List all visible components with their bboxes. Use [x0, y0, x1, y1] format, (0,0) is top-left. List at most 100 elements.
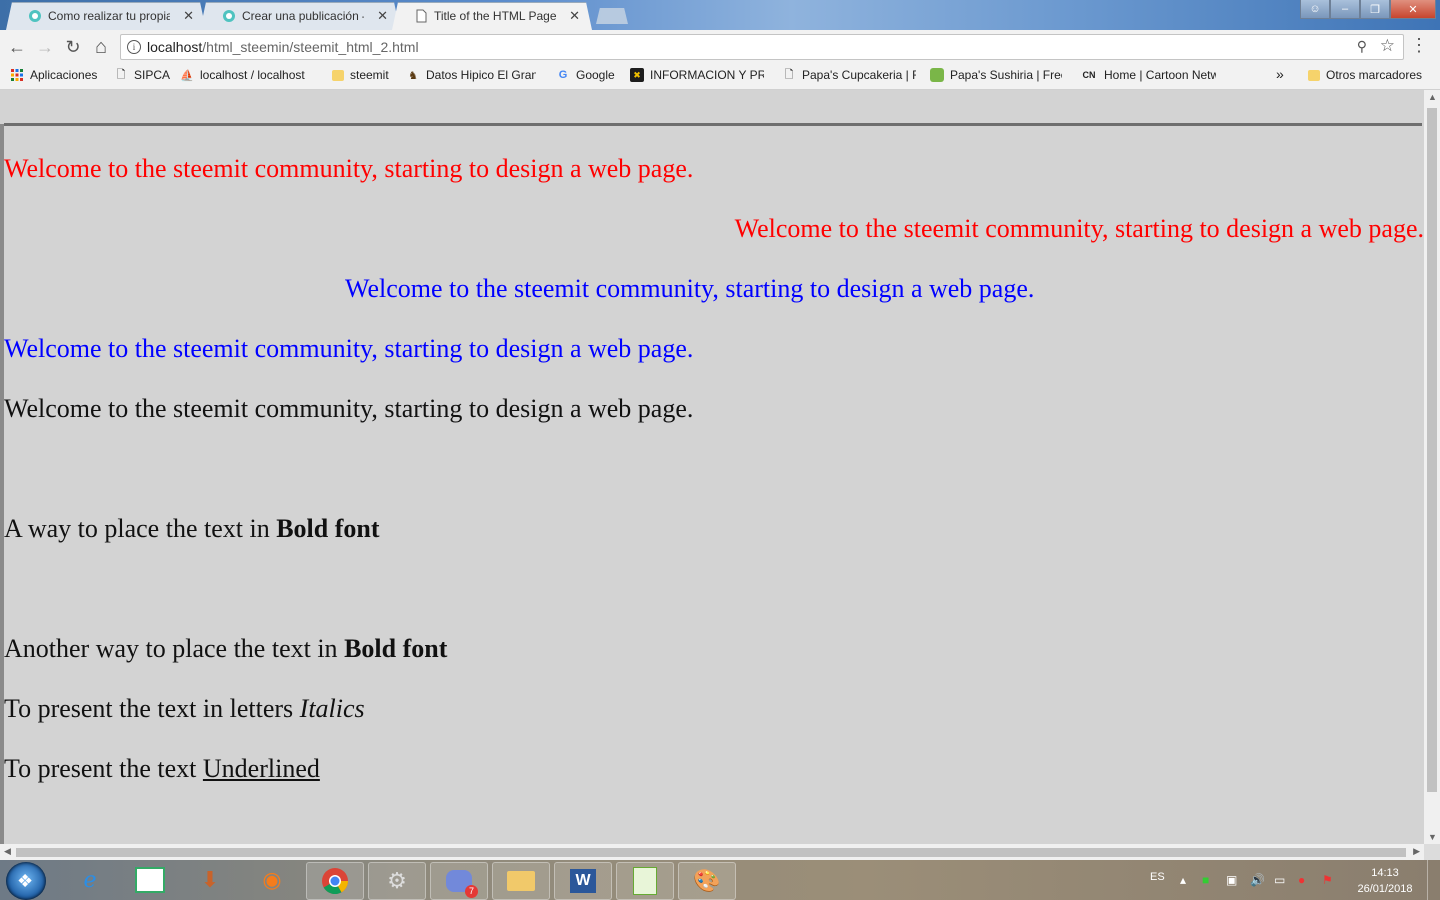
- word-icon[interactable]: W: [554, 862, 612, 900]
- user-icon[interactable]: ☺: [1300, 0, 1330, 19]
- show-hidden-icons-icon[interactable]: ▴: [1180, 873, 1186, 887]
- steemit-favicon-icon: [29, 10, 41, 22]
- info-icon[interactable]: i: [127, 40, 141, 54]
- bookmark-label: INFORMACION Y PR: [650, 68, 764, 82]
- apps-grid-icon: [11, 69, 23, 81]
- system-clock[interactable]: 14:13 26/01/2018: [1350, 865, 1420, 897]
- bookmark-sipca[interactable]: 🗋 SIPCA: [114, 68, 170, 82]
- bookmark-google[interactable]: G Google: [556, 68, 615, 82]
- chrome-menu-icon[interactable]: ⋮: [1410, 36, 1428, 54]
- chrome-logo-icon: [322, 868, 349, 895]
- bookmark-cartoon-network[interactable]: CN Home | Cartoon Netw: [1080, 68, 1217, 82]
- paint-icon[interactable]: 🎨: [678, 862, 736, 900]
- other-bookmarks[interactable]: Otros marcadores: [1308, 68, 1422, 82]
- bookmark-localhost[interactable]: ⛵ localhost / localhost: [180, 68, 312, 82]
- internet-explorer-icon[interactable]: ℯ: [62, 862, 118, 898]
- apps-bookmark[interactable]: Aplicaciones: [10, 68, 97, 82]
- settings-icon[interactable]: ⚙: [368, 862, 426, 900]
- close-tab-icon[interactable]: ✕: [377, 8, 388, 24]
- windows-logo-icon: ❖: [17, 871, 34, 891]
- more-bookmarks-chevron-icon[interactable]: »: [1276, 66, 1284, 82]
- bold-prefix: A way to place the text in: [4, 514, 277, 543]
- url-host: localhost: [147, 39, 203, 55]
- scroll-down-arrow-icon[interactable]: ▼: [1428, 832, 1437, 842]
- welcome-text-blue-left: Welcome to the steemit community, starti…: [4, 334, 694, 363]
- bold-prefix: Another way to place the text in: [4, 634, 345, 663]
- network-icon[interactable]: ▭: [1274, 873, 1285, 887]
- volume-icon[interactable]: 🔊: [1250, 873, 1265, 887]
- file-explorer-icon[interactable]: [492, 862, 550, 900]
- bookmark-papas-cupcakeria[interactable]: 🗋 Papa's Cupcakeria | F: [782, 68, 916, 82]
- editor-icon[interactable]: [616, 862, 674, 900]
- url-path: /html_steemin/steemit_html_2.html: [202, 39, 419, 55]
- new-tab-button[interactable]: [596, 8, 628, 24]
- bookmark-label: Papa's Sushiria | Free: [950, 68, 1062, 82]
- underline-text-line: To present the text Underlined: [4, 754, 320, 784]
- tab-crear-publicacion[interactable]: Crear una publicación — ✕: [200, 2, 400, 30]
- info-icon: ✖: [630, 68, 644, 82]
- close-window-button[interactable]: ✕: [1390, 0, 1436, 19]
- url-text[interactable]: localhost/html_steemin/steemit_html_2.ht…: [147, 39, 419, 55]
- underline-emphasis: Underlined: [202, 754, 320, 783]
- action-center-flag-icon[interactable]: ⚑: [1322, 873, 1333, 887]
- address-bar[interactable]: i localhost/html_steemin/steemit_html_2.…: [120, 34, 1404, 60]
- close-tab-icon[interactable]: ✕: [569, 8, 580, 24]
- language-indicator[interactable]: ES: [1150, 871, 1165, 883]
- home-button[interactable]: ⌂: [90, 36, 112, 58]
- maximize-button[interactable]: ❐: [1360, 0, 1390, 19]
- reload-button[interactable]: ↻: [62, 36, 84, 58]
- discord-icon[interactable]: 7: [430, 862, 488, 900]
- firefox-icon[interactable]: ◉: [244, 862, 300, 898]
- close-tab-icon[interactable]: ✕: [183, 8, 194, 24]
- bookmark-label: localhost / localhost: [200, 68, 305, 82]
- bookmark-star-icon[interactable]: ☆: [1380, 36, 1395, 56]
- forward-button[interactable]: →: [34, 36, 56, 58]
- scroll-left-arrow-icon[interactable]: ◀: [4, 846, 11, 857]
- google-icon: G: [558, 69, 568, 81]
- antivirus-icon[interactable]: ●: [1298, 873, 1305, 887]
- back-button[interactable]: ←: [6, 36, 28, 58]
- mp3-icon[interactable]: ⬇: [182, 862, 238, 898]
- bold-text-line-2: Another way to place the text in Bold fo…: [4, 634, 447, 664]
- bookmark-label: Aplicaciones: [30, 68, 98, 82]
- vertical-scrollbar[interactable]: ▲ ▼: [1424, 90, 1440, 844]
- horizontal-rule: [4, 123, 1422, 126]
- scroll-up-arrow-icon[interactable]: ▲: [1428, 92, 1437, 102]
- bookmark-label: Datos Hipico El Gran: [426, 68, 536, 82]
- welcome-text-red-right: Welcome to the steemit community, starti…: [734, 214, 1424, 243]
- bookmark-datos-hipico[interactable]: ♞ Datos Hipico El Gran: [406, 68, 536, 82]
- minimize-button[interactable]: –: [1330, 0, 1360, 19]
- clock-time: 14:13: [1371, 867, 1399, 879]
- bold-text-line-1: A way to place the text in Bold font: [4, 514, 380, 544]
- vertical-scroll-thumb[interactable]: [1427, 108, 1437, 792]
- welcome-text-black: Welcome to the steemit community, starti…: [4, 394, 694, 423]
- tab-title-of-html-page[interactable]: Title of the HTML Page ✕: [392, 2, 592, 30]
- bookmarks-bar: Aplicaciones 🗋 SIPCA ⛵ localhost / local…: [0, 63, 1440, 90]
- horizontal-scrollbar[interactable]: ◀ ▶: [0, 844, 1424, 860]
- bookmark-label: Otros marcadores: [1326, 68, 1423, 82]
- tray-device-icon[interactable]: ▣: [1226, 873, 1237, 887]
- tab-title: Title of the HTML Page: [434, 9, 556, 23]
- bookmark-steemit[interactable]: steemit: [332, 68, 389, 82]
- zoom-icon[interactable]: ⚲: [1357, 38, 1367, 55]
- horse-icon: ♞: [408, 69, 418, 82]
- notepad-icon[interactable]: [122, 862, 178, 898]
- underline-prefix: To present the text: [4, 754, 203, 783]
- clock-date: 26/01/2018: [1357, 883, 1413, 895]
- bookmark-label: Papa's Cupcakeria | F: [802, 68, 916, 82]
- scroll-right-arrow-icon[interactable]: ▶: [1413, 846, 1420, 857]
- page-icon: 🗋: [116, 68, 126, 81]
- show-desktop-button[interactable]: [1427, 860, 1440, 900]
- bold-emphasis: Bold font: [344, 634, 448, 663]
- chrome-icon[interactable]: [306, 862, 364, 900]
- bookmark-informacion[interactable]: ✖ INFORMACION Y PR: [630, 68, 764, 82]
- tray-app-icon[interactable]: ■: [1202, 873, 1209, 887]
- horizontal-scroll-thumb[interactable]: [16, 848, 1406, 857]
- bookmark-label: SIPCA: [134, 68, 171, 82]
- tab-title: Crear una publicación —: [242, 9, 364, 23]
- welcome-text-blue-center: Welcome to the steemit community, starti…: [345, 274, 1035, 303]
- bookmark-papas-sushiria[interactable]: Papa's Sushiria | Free: [930, 68, 1062, 82]
- window-controls: ☺ – ❐ ✕: [1300, 0, 1436, 19]
- tab-como-realizar[interactable]: Como realizar tu propia p ✕: [6, 2, 206, 30]
- start-button[interactable]: ❖: [6, 862, 46, 900]
